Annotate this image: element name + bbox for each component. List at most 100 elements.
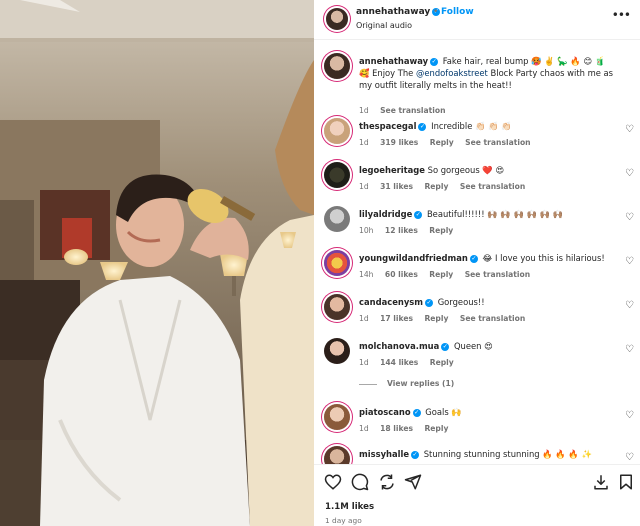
commenter-username[interactable]: thespacegal xyxy=(359,121,416,131)
author-avatar[interactable] xyxy=(326,8,348,30)
commenter-avatar[interactable] xyxy=(324,446,350,464)
comment-like-heart-icon[interactable]: ♡ xyxy=(625,410,634,421)
see-translation-link[interactable]: See translation xyxy=(465,270,530,279)
comment-likes[interactable]: 18 likes xyxy=(380,424,413,433)
reply-button[interactable]: Reply xyxy=(424,314,448,323)
verified-badge-icon: ✓ xyxy=(425,298,434,307)
reply-button[interactable]: Reply xyxy=(430,358,454,367)
commenter-username[interactable]: missyhalle xyxy=(359,449,409,459)
commenter-username[interactable]: lilyaldridge xyxy=(359,209,412,219)
comment-text: Beautiful!!!!!! 🙌🏽 🙌🏽 🙌🏽 🙌🏽 🙌🏽 🙌🏽 xyxy=(426,209,564,219)
see-translation-link[interactable]: See translation xyxy=(460,314,525,323)
save-icon[interactable] xyxy=(617,473,635,491)
comment-like-heart-icon[interactable]: ♡ xyxy=(625,212,634,223)
comment-like-heart-icon[interactable]: ♡ xyxy=(625,124,634,135)
comment-body: lilyaldridge ✓ Beautiful!!!!!! 🙌🏽 🙌🏽 🙌🏽 🙌… xyxy=(359,208,615,220)
reply-button[interactable]: Reply xyxy=(424,182,448,191)
comment-body: thespacegal ✓ Incredible 👏🏻 👏🏻 👏🏻 xyxy=(359,120,615,132)
see-translation-link[interactable]: See translation xyxy=(460,182,525,191)
comments-feed[interactable]: annehathaway ✓ Fake hair, real bump 🥵 ✌️ … xyxy=(314,40,640,464)
view-replies-button[interactable]: View replies (1) xyxy=(359,379,454,388)
commenter-avatar[interactable] xyxy=(324,118,350,144)
commenter-username[interactable]: candacenysm xyxy=(359,297,423,307)
comment-like-heart-icon[interactable]: ♡ xyxy=(625,452,634,463)
comment-like-heart-icon[interactable]: ♡ xyxy=(625,168,634,179)
audio-label[interactable]: Original audio xyxy=(356,21,412,30)
comment-body: missyhalle ✓ Stunning stunning stunning 🔥… xyxy=(359,448,615,460)
post-photo[interactable] xyxy=(0,0,314,526)
verified-badge-icon: ✓ xyxy=(430,57,439,66)
author-username-text[interactable]: annehathaway xyxy=(356,7,430,17)
comment-text: So gorgeous ❤️ 😍 xyxy=(427,165,505,175)
comment-meta: 1d 144 likes Reply xyxy=(359,358,463,367)
comment-meta: 10h 12 likes Reply xyxy=(359,226,462,235)
post-header: annehathaway ✓ • Follow Original audio ••… xyxy=(314,0,640,40)
comment-time: 1d xyxy=(359,314,369,323)
commenter-username[interactable]: piatoscano xyxy=(359,407,411,417)
more-icon[interactable]: ••• xyxy=(612,8,631,22)
comment-text: Gorgeous!! xyxy=(437,297,485,307)
comment-like-heart-icon[interactable]: ♡ xyxy=(625,344,634,355)
comment-time: 14h xyxy=(359,270,374,279)
caption-avatar[interactable] xyxy=(324,53,350,79)
caption-meta: 1d See translation xyxy=(359,106,455,115)
comment-likes[interactable]: 319 likes xyxy=(380,138,418,147)
commenter-avatar[interactable] xyxy=(324,404,350,430)
verified-badge-icon: ✓ xyxy=(412,408,421,417)
comment-likes[interactable]: 12 likes xyxy=(385,226,418,235)
follow-button[interactable]: Follow xyxy=(441,7,474,17)
commenter-avatar[interactable] xyxy=(324,294,350,320)
comment-text: Goals 🙌 xyxy=(425,407,462,417)
commenter-avatar[interactable] xyxy=(324,162,350,188)
comment-likes[interactable]: 17 likes xyxy=(380,314,413,323)
reply-button[interactable]: Reply xyxy=(429,270,453,279)
commenter-username[interactable]: legoeheritage xyxy=(359,165,425,175)
see-translation-link[interactable]: See translation xyxy=(465,138,530,147)
header-separator: • xyxy=(433,7,439,17)
comment-meta: 1d 18 likes Reply xyxy=(359,424,457,433)
comment-body: piatoscano ✓ Goals 🙌 xyxy=(359,406,615,418)
caption-mention[interactable]: @endofoakstreet xyxy=(416,68,488,78)
see-translation-link[interactable]: See translation xyxy=(380,106,445,115)
comment-body: legoeheritage So gorgeous ❤️ 😍 xyxy=(359,164,615,176)
comment-like-heart-icon[interactable]: ♡ xyxy=(625,300,634,311)
comment-meta: 1d 319 likes Reply See translation xyxy=(359,138,540,147)
verified-badge-icon: ✓ xyxy=(469,254,478,263)
commenter-username[interactable]: molchanova.mua xyxy=(359,341,439,351)
comment-likes[interactable]: 144 likes xyxy=(380,358,418,367)
post-likes-count[interactable]: 1.1M likes xyxy=(325,502,374,512)
comment-meta: 1d 31 likes Reply See translation xyxy=(359,182,534,191)
comment-time: 1d xyxy=(359,138,369,147)
comment-meta: 1d 17 likes Reply See translation xyxy=(359,314,534,323)
author-username[interactable]: annehathaway ✓ xyxy=(356,7,442,17)
commenter-avatar[interactable] xyxy=(324,206,350,232)
comment-likes[interactable]: 31 likes xyxy=(380,182,413,191)
comment-icon[interactable] xyxy=(351,473,369,491)
comment-text: Stunning stunning stunning 🔥 🔥 🔥 ✨ xyxy=(423,449,592,459)
verified-badge-icon: ✓ xyxy=(441,342,450,351)
comment-likes[interactable]: 60 likes xyxy=(385,270,418,279)
verified-badge-icon: ✓ xyxy=(414,210,423,219)
comment-text: 😂 I love you this is hilarious! xyxy=(482,253,605,263)
caption-username[interactable]: annehathaway xyxy=(359,56,428,66)
repost-icon[interactable] xyxy=(378,473,396,491)
commenter-avatar[interactable] xyxy=(324,250,350,276)
post-panel: annehathaway ✓ • Follow Original audio ••… xyxy=(314,0,640,526)
verified-badge-icon: ✓ xyxy=(411,450,420,459)
commenter-avatar[interactable] xyxy=(324,338,350,364)
reply-button[interactable]: Reply xyxy=(429,226,453,235)
comment-body: youngwildandfriedman ✓ 😂 I love you this … xyxy=(359,252,615,264)
reply-button[interactable]: Reply xyxy=(430,138,454,147)
comment-body: molchanova.mua ✓ Queen 😍 xyxy=(359,340,615,352)
share-icon[interactable] xyxy=(404,473,422,491)
post-actions-bar: 1.1M likes 1 day ago xyxy=(314,464,640,526)
view-replies-label[interactable]: View replies (1) xyxy=(387,379,454,388)
download-icon[interactable] xyxy=(592,473,610,491)
commenter-username[interactable]: youngwildandfriedman xyxy=(359,253,468,263)
comment-like-heart-icon[interactable]: ♡ xyxy=(625,256,634,267)
verified-badge-icon: ✓ xyxy=(418,122,427,131)
reply-button[interactable]: Reply xyxy=(424,424,448,433)
post-photo-illustration xyxy=(0,0,314,526)
caption-body: annehathaway ✓ Fake hair, real bump 🥵 ✌️ … xyxy=(359,55,615,91)
heart-icon[interactable] xyxy=(324,473,342,491)
